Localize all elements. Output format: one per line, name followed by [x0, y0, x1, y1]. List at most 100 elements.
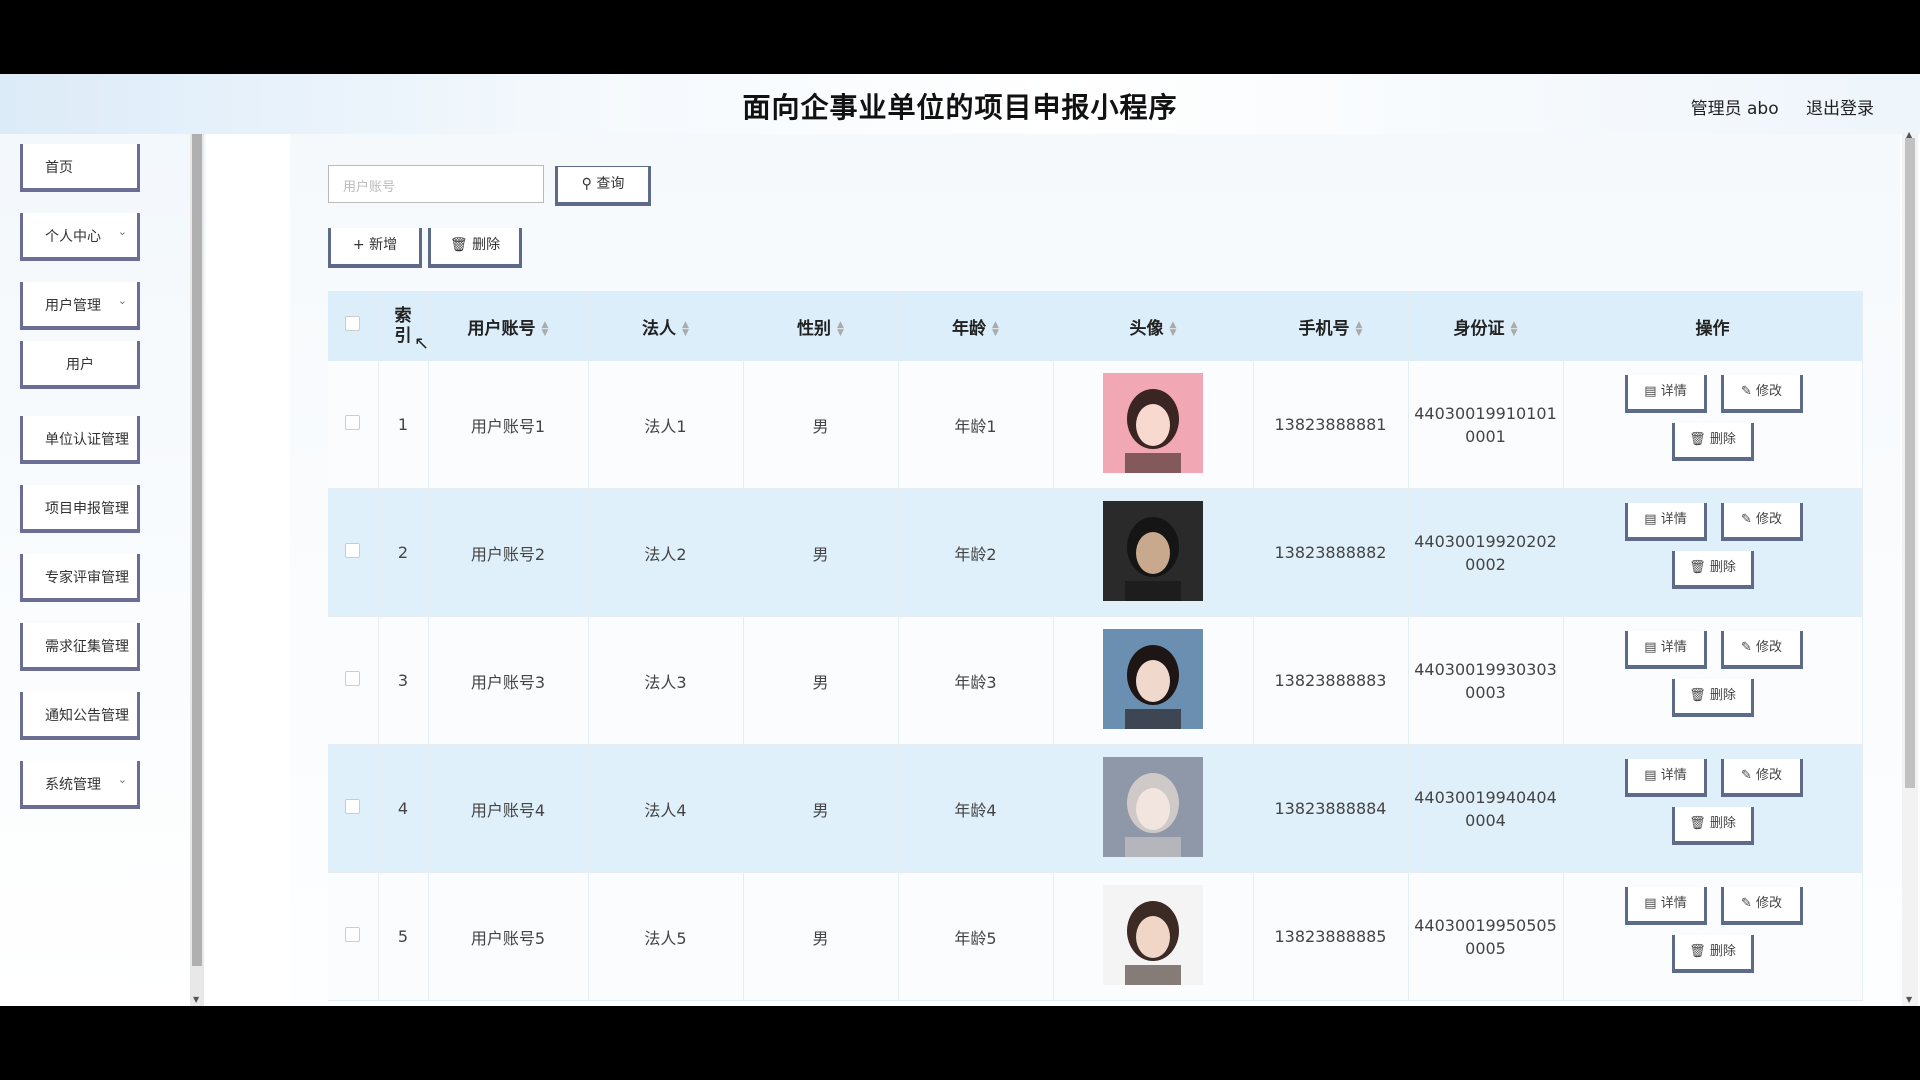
avatar[interactable] [1103, 756, 1203, 857]
column-header-avatar[interactable]: 头像 ▲ ▼ [1053, 291, 1254, 361]
sort-icon[interactable]: ▲ ▼ [837, 320, 844, 337]
sidebar-item-label: 首页 [45, 160, 73, 176]
sidebar-item-label: 专家评审管理 [45, 570, 129, 586]
sidebar-scrollbar-thumb[interactable] [192, 134, 202, 966]
sidebar-item-user-management[interactable]: 用户管理 ⌄ [20, 282, 140, 330]
delete-button[interactable]: 🗑 删除 [1671, 806, 1754, 845]
id-card-line2: 0005 [1465, 938, 1506, 958]
document-icon: ▤ [1644, 767, 1657, 783]
sidebar-item-home[interactable]: 首页 [20, 144, 140, 192]
edit-label: 修改 [1756, 639, 1783, 655]
sidebar-item-demand-collection[interactable]: 需求征集管理 ⌄ [20, 623, 140, 671]
edit-button[interactable]: ✎ 修改 [1720, 630, 1803, 669]
row-select-cell [328, 488, 379, 617]
edit-button[interactable]: ✎ 修改 [1720, 886, 1803, 925]
chevron-down-icon: ⌄ [117, 294, 127, 307]
delete-label: 删除 [1709, 687, 1736, 703]
page-scrollbar-thumb[interactable] [1905, 138, 1915, 788]
page-scrollbar[interactable]: ▲ ▼ [1902, 130, 1918, 1006]
sort-icon[interactable]: ▲ ▼ [1170, 320, 1177, 337]
cell-index: 5 [378, 872, 429, 1001]
delete-button[interactable]: 🗑 删除 [1671, 934, 1754, 973]
cell-index: 1 [378, 361, 429, 489]
sidebar-item-notice[interactable]: 通知公告管理 ⌄ [20, 692, 140, 740]
cell-legal: 法人2 [588, 488, 744, 617]
edit-button[interactable]: ✎ 修改 [1720, 502, 1803, 541]
delete-button[interactable]: 🗑 删除 [1671, 550, 1754, 589]
delete-button[interactable]: 🗑 删除 [1671, 678, 1754, 717]
detail-button[interactable]: ▤ 详情 [1624, 374, 1707, 413]
detail-button[interactable]: ▤ 详情 [1624, 630, 1707, 669]
avatar[interactable] [1103, 500, 1203, 601]
sidebar-item-unit-certification[interactable]: 单位认证管理 ⌄ [20, 416, 140, 464]
column-header-account[interactable]: 用户账号 ▲ ▼ [428, 291, 589, 361]
sort-icon[interactable]: ▲ ▼ [992, 320, 999, 337]
column-header-legal[interactable]: 法人 ▲ ▼ [588, 291, 744, 361]
row-select-cell [328, 361, 379, 489]
search-input[interactable]: 用户账号 [328, 165, 544, 203]
column-header-phone[interactable]: 手机号 ▲ ▼ [1253, 291, 1409, 361]
edit-button[interactable]: ✎ 修改 [1720, 374, 1803, 413]
cell-actions: ▤ 详情 ✎ 修改 🗑 删除 [1563, 361, 1863, 489]
sort-icon[interactable]: ▲ ▼ [542, 320, 549, 337]
column-header-gender[interactable]: 性别 ▲ ▼ [743, 291, 899, 361]
cell-gender: 男 [743, 488, 899, 617]
detail-button[interactable]: ▤ 详情 [1624, 502, 1707, 541]
sidebar-scrollbar[interactable]: ▼ [190, 134, 204, 1006]
row-checkbox[interactable] [345, 671, 361, 686]
sidebar-item-label: 单位认证管理 [45, 432, 129, 448]
detail-button[interactable]: ▤ 详情 [1624, 758, 1707, 797]
cell-legal: 法人1 [588, 361, 744, 489]
table-row: 1 用户账号1 法人1 男年龄1 13823888881 44030019910101 00… [328, 361, 1863, 489]
add-button[interactable]: + 新增 [328, 228, 422, 268]
column-header-id-card[interactable]: 身份证 ▲ ▼ [1408, 291, 1564, 361]
row-checkbox[interactable] [345, 543, 361, 558]
header-label: 操作 [1695, 318, 1730, 339]
search-button[interactable]: ⚲ 查询 [555, 166, 651, 206]
detail-button[interactable]: ▤ 详情 [1624, 886, 1707, 925]
sidebar-item-project-application[interactable]: 项目申报管理 ⌄ [20, 485, 140, 533]
cell-account: 用户账号4 [428, 744, 589, 873]
cell-gender: 男 [743, 744, 899, 873]
cell-actions: ▤ 详情 ✎ 修改 🗑 删除 [1563, 872, 1863, 1001]
delete-button[interactable]: 🗑 删除 [1671, 422, 1754, 461]
row-checkbox[interactable] [345, 927, 361, 942]
edit-button[interactable]: ✎ 修改 [1720, 758, 1803, 797]
row-checkbox[interactable] [345, 415, 361, 430]
edit-label: 修改 [1756, 767, 1783, 783]
sort-icon[interactable]: ▲ ▼ [682, 320, 689, 337]
scroll-down-arrow-icon[interactable]: ▼ [1906, 995, 1912, 1004]
logout-link[interactable]: 退出登录 [1806, 99, 1874, 119]
delete-label: 删除 [1709, 559, 1736, 575]
cell-account: 用户账号5 [428, 872, 589, 1001]
avatar[interactable] [1103, 372, 1203, 473]
detail-label: 详情 [1660, 511, 1687, 527]
sidebar-subitem-user[interactable]: 用户 [20, 341, 140, 389]
mouse-cursor-icon: ↖ [414, 333, 430, 354]
avatar[interactable] [1103, 884, 1203, 985]
sidebar-item-personal-center[interactable]: 个人中心 ⌄ [20, 213, 140, 261]
avatar[interactable] [1103, 628, 1203, 729]
detail-label: 详情 [1660, 639, 1687, 655]
sort-icon[interactable]: ▲ ▼ [1511, 320, 1518, 337]
header-label: 法人 [642, 318, 677, 339]
delete-label: 删除 [1709, 943, 1736, 959]
current-user: 管理员 abo [1690, 99, 1779, 119]
index-header-line2: 引 [394, 326, 412, 346]
column-header-age[interactable]: 年龄 ▲ ▼ [898, 291, 1054, 361]
add-button-label: 新增 [369, 237, 398, 253]
sidebar-item-system[interactable]: 系统管理 ⌄ [20, 761, 140, 809]
cell-age: 年龄3 [898, 616, 1054, 745]
select-all-checkbox[interactable] [345, 316, 361, 331]
user-table: 索 引 用户账号 ▲ ▼ 法人 ▲ ▼ 性别 ▲ ▼ 年龄 ▲ ▼ 头像 ▲ ▼ 手机号 ▲ ▼ 身份证… [328, 291, 1863, 1001]
scroll-down-arrow-icon[interactable]: ▼ [193, 995, 199, 1004]
header-label: 性别 [797, 318, 832, 339]
pencil-icon: ✎ [1740, 511, 1752, 527]
sidebar: 首页 个人中心 ⌄ 用户管理 ⌄ 用户 单位认证管理 ⌄ 项目申报管理 ⌄ 专家… [0, 134, 206, 1006]
sidebar-item-label: 系统管理 [45, 777, 101, 793]
bulk-delete-button[interactable]: 🗑 删除 [428, 228, 522, 268]
sort-icon[interactable]: ▲ ▼ [1356, 320, 1363, 337]
sidebar-item-expert-review[interactable]: 专家评审管理 ⌄ [20, 554, 140, 602]
row-checkbox[interactable] [345, 799, 361, 814]
cell-gender: 男 [743, 616, 899, 745]
